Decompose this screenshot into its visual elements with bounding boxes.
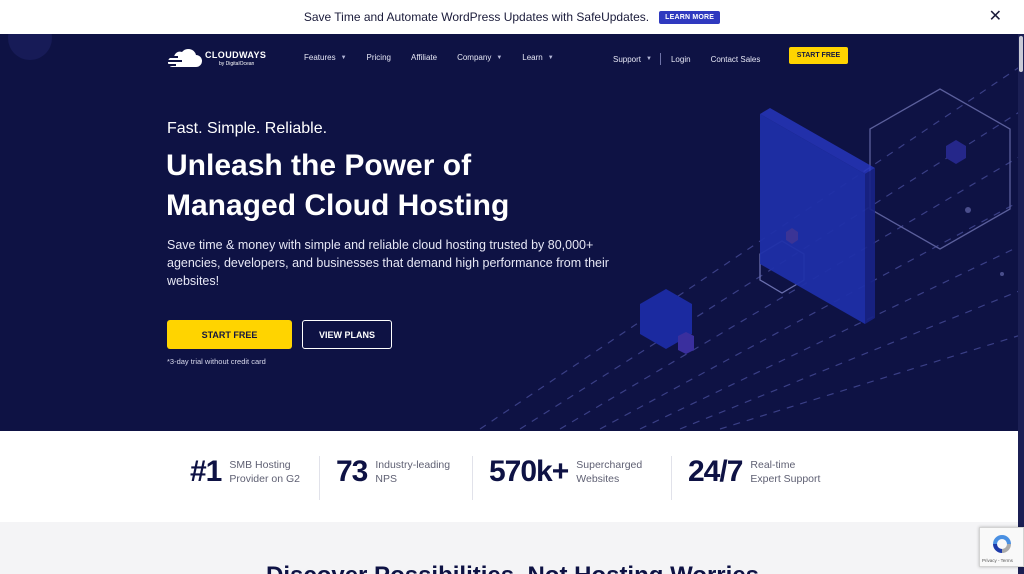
nav-item-affiliate[interactable]: Affiliate (411, 53, 437, 62)
hero-background-art (8, 34, 1024, 430)
stat-item: #1 SMB Hosting Provider on G2 (190, 455, 309, 489)
stat-divider (472, 456, 473, 500)
stat-description: Industry-leading NPS (375, 458, 455, 486)
page-scrollbar[interactable] (1018, 34, 1024, 574)
stat-value: 73 (336, 455, 368, 488)
headline-line-1: Unleash the Power of (166, 149, 472, 182)
start-free-button[interactable]: START FREE (167, 320, 292, 349)
stat-line: Provider on G2 (229, 473, 300, 485)
nav-item-label: Learn (522, 53, 543, 62)
stat-line: Industry-leading (375, 459, 451, 471)
nav-item-label: Pricing (366, 53, 391, 62)
chevron-down-icon: ▼ (340, 54, 347, 61)
hero-section (0, 34, 1024, 431)
nav-item-label: Features (304, 53, 336, 62)
nav-item-label: Contact Sales (710, 54, 761, 64)
main-nav: Features ▼ Pricing Affiliate Company ▼ Lea… (304, 53, 574, 62)
cloudways-logo[interactable]: CLOUDWAYS by DigitalOcean (166, 47, 266, 69)
stat-value: 570k+ (489, 455, 569, 488)
brand-name: CLOUDWAYS (205, 49, 267, 60)
section-heading: Discover Possibilities, Not Hosting Worr… (266, 562, 759, 574)
recaptcha-badge[interactable]: Privacy - Terms (979, 527, 1024, 567)
headline-line-2: Managed Cloud Hosting (166, 189, 510, 222)
chevron-down-icon: ▼ (646, 56, 652, 62)
nav-item-pricing[interactable]: Pricing (367, 53, 391, 62)
stat-line: NPS (375, 473, 397, 485)
hero-tagline: Fast. Simple. Reliable. (167, 120, 328, 137)
hero-description: Save time & money with simple and reliab… (167, 238, 609, 288)
nav-item-label: Login (670, 54, 691, 64)
nav-item-label: Support (613, 54, 642, 64)
stat-divider (319, 456, 320, 500)
stat-item: 570k+ Supercharged Websites (489, 455, 656, 489)
stat-line: SMB Hosting (229, 459, 291, 471)
secondary-nav: Support ▼ Login Contact Sales (613, 53, 760, 65)
learn-more-button[interactable]: LEARN MORE (659, 10, 721, 24)
stat-line: Expert Support (750, 473, 821, 485)
nav-start-free-button[interactable]: START FREE (789, 47, 848, 64)
nav-item-support[interactable]: Support ▼ (613, 55, 652, 64)
nav-item-label: Affiliate (410, 53, 438, 62)
chevron-down-icon: ▼ (496, 54, 503, 61)
stat-divider (671, 456, 672, 500)
stat-item: 24/7 Real-time Expert Support (688, 455, 830, 489)
view-plans-button[interactable]: VIEW PLANS (302, 320, 392, 349)
nav-divider (659, 53, 661, 65)
stat-description: SMB Hosting Provider on G2 (229, 458, 309, 486)
nav-item-company[interactable]: Company ▼ (457, 53, 502, 62)
stat-description: Supercharged Websites (576, 458, 656, 486)
brand-byline: by DigitalOcean (219, 60, 255, 67)
nav-item-features[interactable]: Features ▼ (304, 53, 347, 62)
trial-note: *3-day trial without credit card (167, 357, 266, 366)
discover-section: Discover Possibilities, Not Hosting Worr… (0, 522, 1018, 574)
stat-value: 24/7 (688, 455, 743, 488)
close-icon[interactable]: ✕ (989, 9, 1002, 25)
nav-item-learn[interactable]: Learn ▼ (522, 53, 553, 62)
chevron-down-icon: ▼ (547, 54, 554, 61)
stats-strip: #1 SMB Hosting Provider on G2 73 Industr… (0, 431, 1018, 522)
stat-item: 73 Industry-leading NPS (336, 455, 455, 489)
nav-item-login[interactable]: Login (671, 55, 691, 64)
stat-value: #1 (190, 455, 222, 488)
announcement-text: Save Time and Automate WordPress Updates… (303, 10, 650, 24)
stat-description: Real-time Expert Support (750, 458, 830, 486)
hero-headline: Unleash the Power of Managed Cloud Hosti… (166, 146, 646, 226)
stat-line: Supercharged (576, 459, 643, 471)
stat-line: Websites (576, 473, 620, 485)
nav-item-contact-sales[interactable]: Contact Sales (711, 55, 761, 64)
announcement-bar: Save Time and Automate WordPress Updates… (0, 0, 1024, 34)
stat-line: Real-time (750, 459, 796, 471)
recaptcha-icon (993, 535, 1011, 553)
recaptcha-links[interactable]: Privacy - Terms (982, 558, 1013, 563)
scrollbar-thumb[interactable] (1019, 36, 1023, 72)
cloud-logo-icon (166, 48, 202, 67)
nav-item-label: Company (457, 53, 492, 62)
